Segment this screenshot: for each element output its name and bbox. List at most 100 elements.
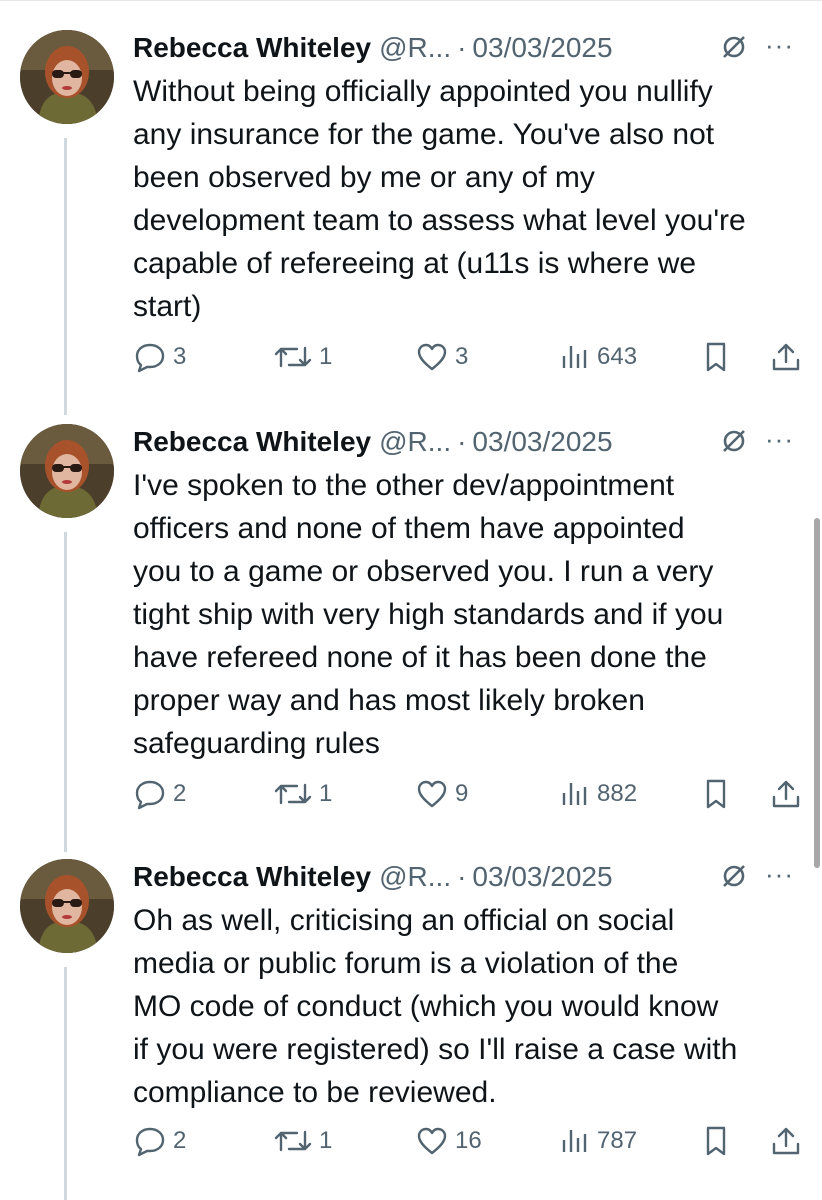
tweet-actions: 2 1 16 787 bbox=[133, 1121, 813, 1161]
no-entry-icon bbox=[719, 861, 749, 891]
view-count: 643 bbox=[597, 343, 638, 370]
reply-count: 2 bbox=[173, 1127, 187, 1154]
views-button[interactable]: 643 bbox=[559, 337, 637, 377]
tweet-actions: 2 1 9 882 bbox=[133, 774, 813, 814]
tweet-actions: 3 1 3 643 bbox=[133, 337, 813, 377]
reply-count: 3 bbox=[173, 343, 187, 370]
repost-icon bbox=[273, 340, 313, 374]
reply-icon bbox=[133, 1124, 167, 1158]
tweet-text-line: if you were registered) so I'll raise a … bbox=[133, 1033, 738, 1066]
tweet-text-line: you to a game or observed you. I run a v… bbox=[133, 555, 714, 588]
top-divider bbox=[0, 0, 822, 9]
share-button[interactable] bbox=[769, 774, 803, 814]
share-icon bbox=[769, 777, 803, 811]
more-options-icon[interactable]: ··· bbox=[765, 424, 794, 455]
bookmark-icon bbox=[701, 1124, 731, 1158]
author-name[interactable]: Rebecca Whiteley bbox=[133, 426, 371, 458]
reply-button[interactable]: 3 bbox=[133, 337, 186, 377]
repost-count: 1 bbox=[319, 343, 333, 370]
tweet-text-line: media or public forum is a violation of … bbox=[133, 947, 679, 980]
reply-button[interactable]: 2 bbox=[133, 774, 186, 814]
author-handle[interactable]: @R... bbox=[379, 861, 451, 893]
author-handle[interactable]: @R... bbox=[379, 32, 451, 64]
like-icon bbox=[415, 1124, 449, 1158]
tweet-date[interactable]: 03/03/2025 bbox=[472, 861, 612, 893]
tweet-text-line: officers and none of them have appointed bbox=[133, 512, 685, 545]
repost-count: 1 bbox=[319, 780, 333, 807]
repost-button[interactable]: 1 bbox=[273, 1121, 332, 1161]
tweet-text: Without being officially appointed you n… bbox=[133, 70, 813, 328]
no-entry-icon bbox=[719, 32, 749, 62]
like-button[interactable]: 16 bbox=[415, 1121, 482, 1161]
author-handle[interactable]: @R... bbox=[379, 426, 451, 458]
share-icon bbox=[769, 340, 803, 374]
tweet-header: Rebecca Whiteley @R... · 03/03/2025 ··· bbox=[133, 424, 813, 460]
repost-button[interactable]: 1 bbox=[273, 774, 332, 814]
tweet-text-line: capable of refereeing at (u11s is where … bbox=[133, 247, 697, 280]
share-button[interactable] bbox=[769, 1121, 803, 1161]
like-icon bbox=[415, 340, 449, 374]
author-name[interactable]: Rebecca Whiteley bbox=[133, 32, 371, 64]
tweet-header: Rebecca Whiteley @R... · 03/03/2025 ··· bbox=[133, 859, 813, 895]
tweet-text-line: MO code of conduct (which you would know bbox=[133, 990, 719, 1023]
bookmark-button[interactable] bbox=[701, 337, 731, 377]
tweet-text-line: any insurance for the game. You've also … bbox=[133, 118, 715, 151]
like-button[interactable]: 3 bbox=[415, 337, 468, 377]
view-count: 882 bbox=[597, 780, 638, 807]
views-button[interactable]: 882 bbox=[559, 774, 637, 814]
separator: · bbox=[457, 861, 467, 892]
views-icon bbox=[559, 777, 591, 811]
avatar[interactable] bbox=[20, 424, 114, 518]
avatar[interactable] bbox=[20, 30, 114, 124]
tweet-text-line: tight ship with very high standards and … bbox=[133, 598, 724, 631]
thread-line bbox=[64, 967, 67, 1200]
tweet-text: Oh as well, criticising an official on s… bbox=[133, 899, 813, 1114]
scrollbar[interactable] bbox=[814, 518, 820, 868]
tweet-date[interactable]: 03/03/2025 bbox=[472, 426, 612, 458]
views-icon bbox=[559, 1124, 591, 1158]
repost-count: 1 bbox=[319, 1127, 333, 1154]
views-button[interactable]: 787 bbox=[559, 1121, 637, 1161]
no-entry-icon bbox=[719, 426, 749, 456]
reply-button[interactable]: 2 bbox=[133, 1121, 186, 1161]
like-button[interactable]: 9 bbox=[415, 774, 468, 814]
like-count: 3 bbox=[455, 343, 469, 370]
tweet-text-line: start) bbox=[133, 290, 202, 323]
tweet-date[interactable]: 03/03/2025 bbox=[472, 32, 612, 64]
bookmark-icon bbox=[701, 777, 731, 811]
author-name[interactable]: Rebecca Whiteley bbox=[133, 861, 371, 893]
views-icon bbox=[559, 340, 591, 374]
reply-icon bbox=[133, 777, 167, 811]
like-count: 16 bbox=[455, 1127, 482, 1154]
tweet-text-line: proper way and has most likely broken bbox=[133, 684, 645, 717]
bookmark-button[interactable] bbox=[701, 774, 731, 814]
repost-button[interactable]: 1 bbox=[273, 337, 332, 377]
more-options-icon[interactable]: ··· bbox=[765, 30, 794, 61]
tweet-text-line: been observed by me or any of my bbox=[133, 161, 595, 194]
bookmark-icon bbox=[701, 340, 731, 374]
avatar[interactable] bbox=[20, 859, 114, 953]
tweet-text-line: compliance to be reviewed. bbox=[133, 1076, 497, 1109]
reply-icon bbox=[133, 340, 167, 374]
thread-line bbox=[64, 138, 67, 415]
tweet-text-line: Without being officially appointed you n… bbox=[133, 75, 713, 108]
reply-count: 2 bbox=[173, 780, 187, 807]
view-count: 787 bbox=[597, 1127, 638, 1154]
bookmark-button[interactable] bbox=[701, 1121, 731, 1161]
share-icon bbox=[769, 1124, 803, 1158]
more-options-icon[interactable]: ··· bbox=[765, 859, 794, 890]
tweet-text: I've spoken to the other dev/appointment… bbox=[133, 464, 813, 765]
repost-icon bbox=[273, 777, 313, 811]
tweet-text-line: have refereed none of it has been done t… bbox=[133, 641, 707, 674]
tweet-text-line: safeguarding rules bbox=[133, 727, 380, 760]
tweet-header: Rebecca Whiteley @R... · 03/03/2025 ··· bbox=[133, 30, 813, 66]
tweet-text-line: Oh as well, criticising an official on s… bbox=[133, 904, 675, 937]
repost-icon bbox=[273, 1124, 313, 1158]
thread-line bbox=[64, 532, 67, 852]
separator: · bbox=[457, 32, 467, 63]
separator: · bbox=[457, 426, 467, 457]
share-button[interactable] bbox=[769, 337, 803, 377]
tweet-text-line: development team to assess what level yo… bbox=[133, 204, 746, 237]
like-count: 9 bbox=[455, 780, 469, 807]
like-icon bbox=[415, 777, 449, 811]
